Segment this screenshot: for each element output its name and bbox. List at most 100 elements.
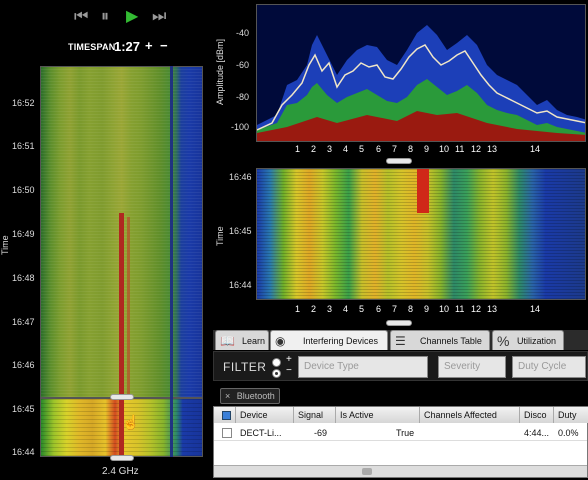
channel-tick: 8 (408, 304, 414, 314)
severity-field[interactable]: Severity (438, 356, 506, 378)
channel-tick: 13 (487, 144, 498, 154)
hand-cursor-icon: ☝ (122, 414, 140, 430)
channel-tick: 12 (471, 144, 482, 154)
waterfall-scroll-handle[interactable] (386, 320, 412, 326)
fast-forward-icon[interactable]: ⏭ (152, 8, 166, 26)
tab-interfering-devices[interactable]: ◉ Interfering Devices (270, 330, 388, 350)
column-device[interactable]: Device (236, 407, 294, 423)
spectrum-channel-axis: 1 2 3 4 5 6 7 8 9 10 11 12 13 14 (256, 144, 586, 156)
channel-tick: 11 (455, 304, 465, 314)
channel-tick: 10 (439, 304, 450, 314)
timespan-value: 1:27 (114, 39, 141, 54)
channel-tick: 1 (295, 304, 301, 314)
skip-back-icon[interactable]: ⏮ (74, 8, 88, 26)
cell-duty: 0.0% (558, 428, 579, 438)
tab-utilization[interactable]: % Utilization (492, 330, 564, 350)
interference-burst (417, 169, 429, 213)
table-row[interactable]: DECT-Li... -69 True 4:44... 0.0% (214, 425, 587, 441)
left-waterfall-top (40, 66, 203, 399)
channel-tick: 5 (359, 304, 365, 314)
channel-tick: 9 (424, 304, 430, 314)
y-tick: -60 (236, 60, 250, 70)
timespan-decrease-button[interactable]: − (160, 38, 168, 53)
channel-tick: 1 (295, 144, 301, 154)
waterfall-channel-axis: 1 2 3 4 5 6 7 8 9 10 11 12 13 14 (256, 304, 586, 316)
spectrum-plot (257, 25, 585, 141)
channel-tick: 6 (376, 304, 382, 314)
scrollbar-thumb[interactable] (362, 468, 372, 475)
y-tick: -80 (236, 92, 250, 102)
channel-tick: 2 (311, 144, 317, 154)
close-icon[interactable]: × (225, 391, 230, 401)
book-icon: 📖 (220, 334, 235, 348)
filter-title: FILTER (223, 360, 267, 374)
channel-tick: 13 (487, 304, 498, 314)
column-signal[interactable]: Signal (294, 407, 336, 423)
time-tick: 16:46 (12, 360, 35, 370)
tab-channels-table[interactable]: ☰ Channels Table (390, 330, 490, 350)
timespan-increase-button[interactable]: + (145, 38, 153, 53)
filter-chip-label: Bluetooth (236, 391, 275, 401)
time-tick: 16:52 (12, 98, 35, 108)
play-icon[interactable]: ▶ (126, 8, 138, 26)
y-tick: -40 (236, 28, 250, 38)
table-horizontal-scrollbar[interactable] (214, 465, 587, 477)
tab-learn[interactable]: 📖 Learn (215, 330, 269, 350)
select-all-checkbox[interactable] (214, 407, 236, 423)
time-tick: 16:50 (12, 185, 35, 195)
time-tick: 16:47 (12, 317, 35, 327)
band-label: 2.4 GHz (102, 466, 139, 477)
waterfall-graph (256, 168, 586, 300)
channel-tick: 2 (311, 304, 317, 314)
device-type-field[interactable]: Device Type (298, 356, 428, 378)
row-checkbox[interactable] (222, 428, 232, 438)
column-disco[interactable]: Disco (520, 407, 554, 423)
channel-tick: 3 (327, 304, 333, 314)
time-tick: 16:49 (12, 229, 35, 239)
pause-icon[interactable]: ⏸ (101, 8, 109, 26)
interference-streak (127, 217, 130, 397)
left-waterfall-axis-title: Time (0, 235, 10, 255)
time-tick: 16:45 (12, 404, 35, 414)
channel-tick: 4 (343, 144, 349, 154)
cell-signal: -69 (314, 428, 328, 438)
filter-add-radio[interactable] (272, 358, 281, 367)
channel-tick: 10 (439, 144, 450, 154)
filter-remove-radio[interactable] (272, 369, 281, 378)
filter-remove-button[interactable]: − (286, 365, 292, 376)
spectrum-axis-title: Amplitude [dBm] (215, 38, 225, 105)
spectrum-graph (256, 4, 586, 142)
time-tick: 16:45 (229, 226, 252, 236)
channel-tick: 11 (455, 144, 465, 154)
waterfall-axis-title: Time (215, 226, 225, 246)
list-icon: ☰ (395, 334, 406, 348)
spectrum-scroll-handle[interactable] (386, 158, 412, 164)
channel-tick: 4 (343, 304, 349, 314)
time-tick: 16:48 (12, 273, 35, 283)
cell-is-active: True (396, 428, 415, 438)
channel-tick: 5 (359, 144, 365, 154)
column-duty[interactable]: Duty (554, 407, 588, 423)
filter-chip-bluetooth[interactable]: × Bluetooth (220, 388, 280, 404)
filter-bar: FILTER + − Device Type Severity Duty Cyc… (213, 351, 588, 381)
cell-disco: 4:44... (524, 428, 550, 438)
column-channels-affected[interactable]: Channels Affected (420, 407, 520, 423)
channel-tick: 3 (327, 144, 333, 154)
column-is-active[interactable]: Is Active (336, 407, 420, 423)
channel-tick: 7 (392, 144, 398, 154)
selection-bottom-handle[interactable] (110, 455, 134, 461)
duty-cycle-field[interactable]: Duty Cycle (512, 356, 586, 378)
channel-tick: 14 (530, 304, 541, 314)
timespan-label: TIMESPAN (68, 42, 116, 52)
time-tick: 16:44 (12, 447, 35, 457)
channel-tick: 6 (376, 144, 382, 154)
channel-tick: 12 (471, 304, 482, 314)
signal-icon: ◉ (275, 334, 286, 348)
cell-device: DECT-Li... (240, 428, 282, 438)
selection-top-handle[interactable] (110, 394, 134, 400)
channel-tick: 9 (424, 144, 430, 154)
time-tick: 16:44 (229, 280, 252, 290)
filter-add-button[interactable]: + (286, 354, 292, 365)
percent-icon: % (497, 333, 510, 349)
channel-tick: 14 (530, 144, 541, 154)
